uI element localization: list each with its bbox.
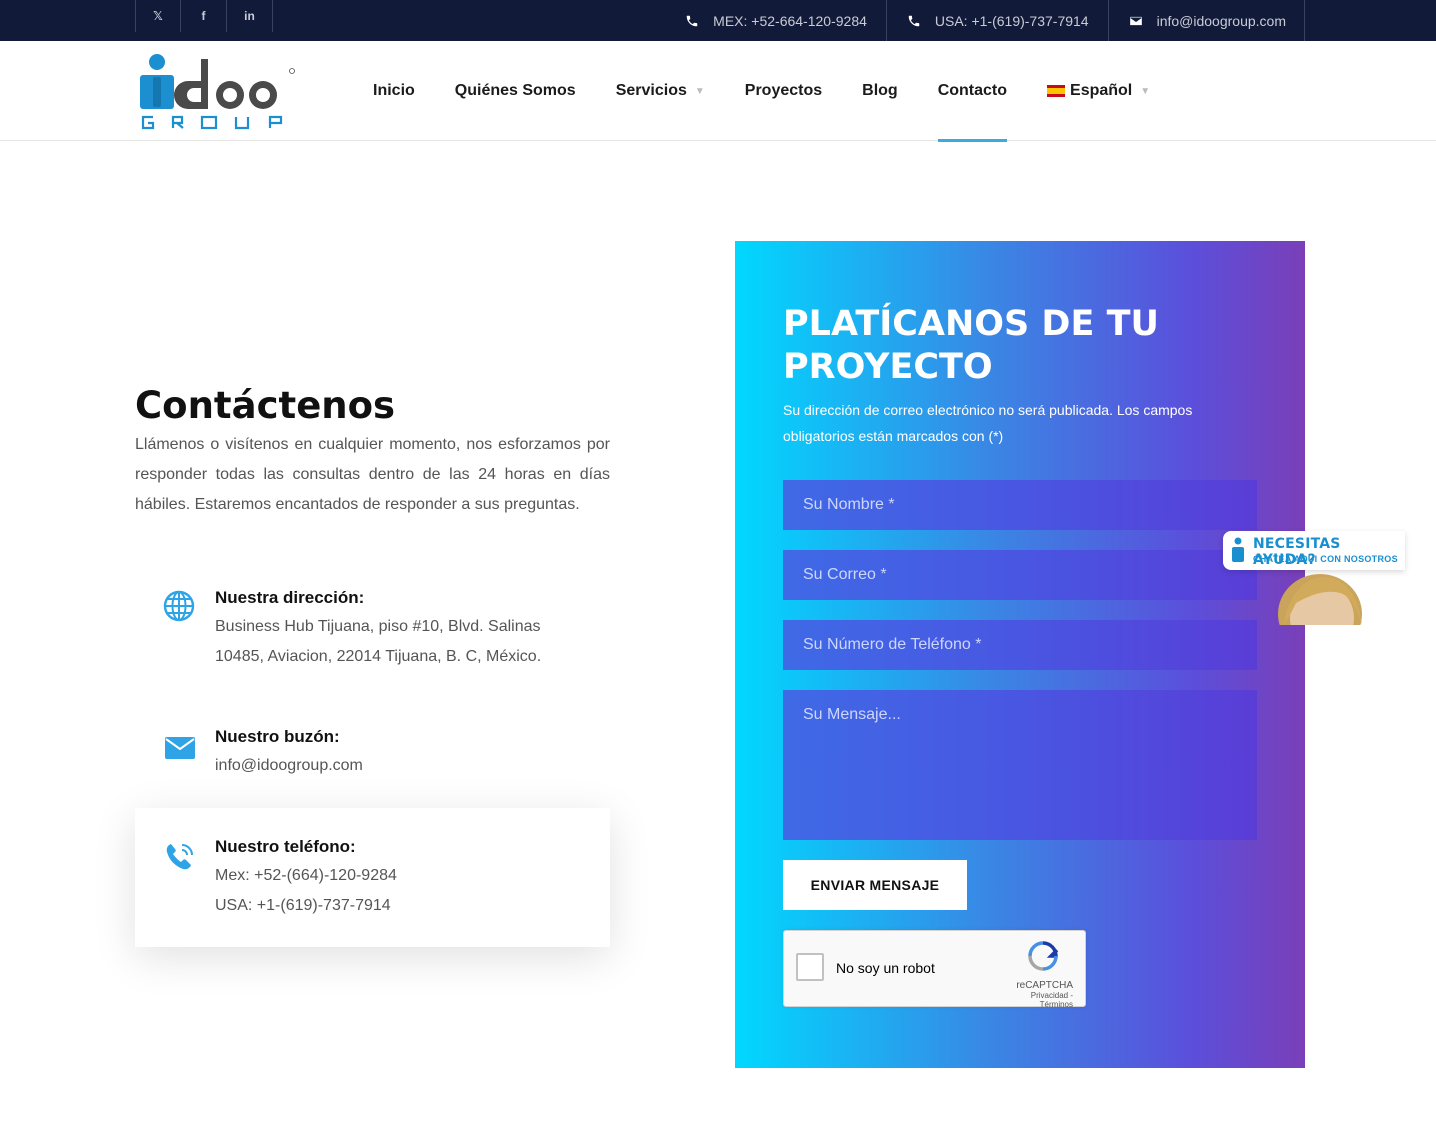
address-label: Nuestra dirección: [215,588,365,607]
top-phone-mex-text: MEX: +52-664-120-9284 [713,12,867,29]
recaptcha-label: No soy un robot [836,960,935,976]
phone-usa[interactable]: USA: +1-(619)-737-7914 [215,897,391,915]
top-email[interactable]: info@idoogroup.com [1109,0,1305,41]
phone-label: Nuestro teléfono: [215,837,356,856]
form-title: PLATÍCANOS DE TU PROYECTO [783,304,1159,387]
top-phone-mex[interactable]: MEX: +52-664-120-9284 [665,0,887,41]
phone-icon [686,15,698,26]
recaptcha-checkbox[interactable] [796,953,824,981]
mailbox-email[interactable]: info@idoogroup.com [215,757,363,775]
chevron-down-icon: ▼ [694,85,705,97]
chat-help-widget[interactable]: NECESITAS AYUDA? CHATEA AQUI CON NOSOTRO… [1223,531,1405,570]
form-note: Su dirección de correo electrónico no se… [783,402,1193,444]
name-input[interactable]: Su Nombre * [783,480,1257,530]
linkedin-icon: in [244,9,255,23]
recaptcha-links[interactable]: Privacidad - Términos [997,991,1073,1009]
twitter-link[interactable]: 𝕏 [135,0,181,32]
nav-servicios[interactable]: Servicios ▼ [616,41,705,141]
phone-mex[interactable]: Mex: +52-(664)-120-9284 [215,867,397,885]
recaptcha-branding: reCAPTCHA Privacidad - Términos [997,941,1073,1009]
nav-quienes-somos[interactable]: Quiénes Somos [455,41,576,141]
social-links: 𝕏 f in [135,0,273,41]
support-agent-avatar[interactable] [1274,574,1364,625]
send-message-button[interactable]: ENVIAR MENSAJE [783,860,967,910]
nav-inicio[interactable]: Inicio [373,41,415,141]
facebook-icon: f [201,9,206,23]
site-header: Inicio Quiénes Somos Servicios ▼ Proyecto… [0,41,1436,142]
mailbox-block: Nuestro buzón: info@idoogroup.com [135,727,610,787]
nav-blog[interactable]: Blog [862,41,898,141]
top-contact-strip: MEX: +52-664-120-9284 USA: +1-(619)-737-… [665,0,1305,41]
envelope-icon [1129,16,1142,25]
recaptcha-logo-icon [1028,941,1059,971]
page-title: Contáctenos [135,384,396,427]
top-phone-usa-text: USA: +1-(619)-737-7914 [934,12,1089,29]
email-input[interactable]: Su Correo * [783,550,1257,600]
address-block: Nuestra dirección: Business Hub Tijuana,… [135,588,610,678]
person-icon [1232,537,1244,562]
address-line-2: 10485, Aviacion, 22014 Tijuana, B. C, Mé… [215,648,542,665]
main-nav: Inicio Quiénes Somos Servicios ▼ Proyecto… [373,41,1190,142]
nav-contacto[interactable]: Contacto [937,41,1008,142]
contact-form-panel: PLATÍCANOS DE TU PROYECTO Su dirección d… [735,241,1305,1068]
globe-icon [163,590,195,622]
help-subtitle: CHATEA AQUI CON NOSOTROS [1253,554,1398,564]
top-phone-usa[interactable]: USA: +1-(619)-737-7914 [887,0,1109,41]
nav-proyectos[interactable]: Proyectos [745,41,822,141]
phone-icon [908,15,920,26]
phone-ringing-icon [166,844,193,870]
language-selector[interactable]: Español ▼ [1047,41,1150,141]
phone-block: Nuestro teléfono: Mex: +52-(664)-120-928… [135,808,610,947]
recaptcha-brand-text: reCAPTCHA [1016,980,1073,991]
spain-flag-icon [1047,85,1066,97]
linkedin-link[interactable]: in [227,0,273,32]
chevron-down-icon: ▼ [1140,85,1151,97]
envelope-icon [165,737,195,759]
intro-text: Llámenos o visítenos en cualquier moment… [135,436,610,513]
address-line-1: Business Hub Tijuana, piso #10, Blvd. Sa… [215,618,541,635]
facebook-link[interactable]: f [181,0,227,32]
top-email-text: info@idoogroup.com [1156,12,1286,29]
recaptcha-widget: No soy un robot reCAPTCHA Privacidad - T… [783,930,1086,1009]
idoo-group-logo[interactable] [139,51,299,131]
top-bar: 𝕏 f in MEX: +52-664-120-9284 USA: +1-(61… [0,0,1436,41]
mailbox-label: Nuestro buzón: [215,727,340,746]
twitter-icon: 𝕏 [153,9,163,23]
phone-input[interactable]: Su Número de Teléfono * [783,620,1257,670]
message-textarea[interactable]: Su Mensaje... [783,690,1257,840]
